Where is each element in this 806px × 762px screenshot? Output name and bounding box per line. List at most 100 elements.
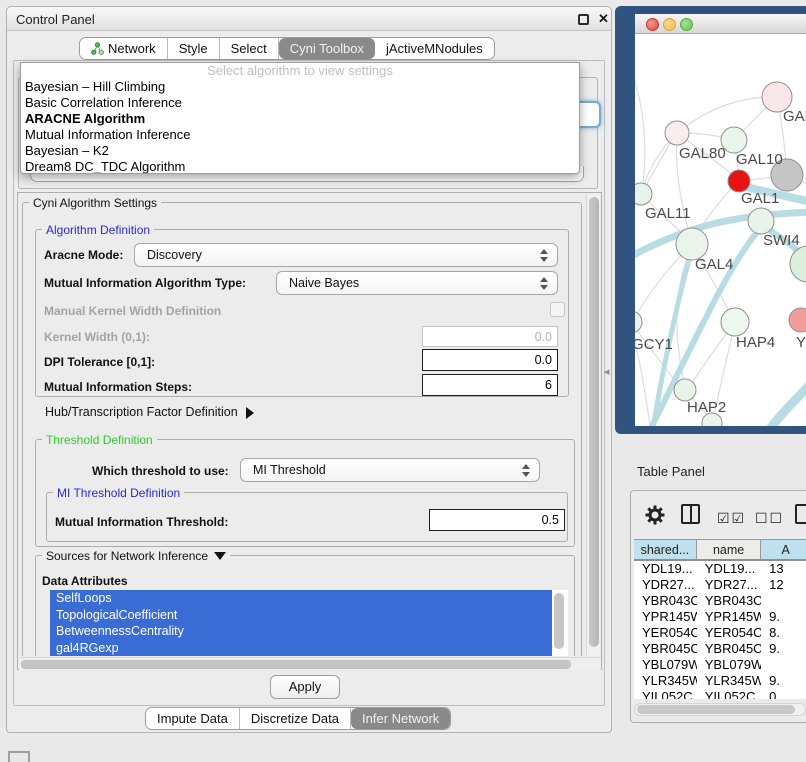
table-cell[interactable]: YDL19... bbox=[634, 561, 697, 577]
expander-right-icon[interactable] bbox=[246, 407, 254, 419]
dropdown-item-basic-correlation-inference[interactable]: Basic Correlation Inference bbox=[21, 95, 579, 111]
close-traffic-light-icon[interactable] bbox=[646, 18, 659, 31]
splitter-chevron-icon[interactable]: ◂ bbox=[604, 365, 610, 378]
table-cell[interactable]: YBR045C bbox=[697, 641, 761, 657]
table-cell[interactable] bbox=[761, 657, 806, 673]
table-cell[interactable]: YBR045C bbox=[634, 641, 697, 657]
table-cell[interactable]: 13 bbox=[761, 561, 806, 577]
network-window-frame[interactable]: GALGAL80GAL10GAL1GAL11SWI4GAL4GCY1HAP4YH… bbox=[615, 6, 806, 434]
table-cell[interactable]: YDL19... bbox=[697, 561, 761, 577]
zoom-traffic-light-icon[interactable] bbox=[680, 18, 693, 31]
table-row[interactable]: YIL052CYIL052C0. bbox=[634, 689, 806, 699]
mi-algorithm-type-combobox[interactable]: Naive Bayes bbox=[276, 271, 558, 295]
list-item-betweennesscentrality[interactable]: BetweennessCentrality bbox=[50, 623, 552, 640]
split-columns-icon[interactable] bbox=[681, 504, 700, 524]
hub-definition-expander[interactable]: Hub/Transcription Factor Definition bbox=[45, 405, 254, 419]
table-cell[interactable]: YBR043C bbox=[697, 593, 761, 609]
network-window-titlebar[interactable] bbox=[635, 14, 806, 34]
table-cell[interactable]: 9. bbox=[761, 673, 806, 689]
settings-hscrollbar[interactable] bbox=[19, 657, 601, 670]
table-row[interactable]: YBR043CYBR043C bbox=[634, 593, 806, 609]
export-table-icon[interactable] bbox=[795, 504, 806, 524]
table-cell[interactable]: YER054C bbox=[634, 625, 697, 641]
table-cell[interactable]: YPR145W bbox=[634, 609, 697, 625]
table-cell[interactable]: 12 bbox=[761, 577, 806, 593]
table-cell[interactable]: YBL079W bbox=[697, 657, 761, 673]
dropdown-item-mutual-information-inference[interactable]: Mutual Information Inference bbox=[21, 127, 579, 143]
table-row[interactable]: YBL079WYBL079W bbox=[634, 657, 806, 673]
mi-steps-field[interactable] bbox=[422, 374, 558, 396]
table-cell[interactable]: YIL052C bbox=[634, 689, 697, 699]
tab-cyni-toolbox[interactable]: Cyni Toolbox bbox=[279, 38, 375, 59]
network-node-gal1[interactable] bbox=[728, 170, 750, 192]
close-icon[interactable]: ✕ bbox=[598, 11, 609, 27]
sources-expander[interactable]: Sources for Network Inference bbox=[42, 549, 230, 563]
network-node-gal11[interactable] bbox=[635, 183, 652, 205]
dock-panel-icon[interactable] bbox=[8, 751, 30, 762]
list-scrollbar-thumb[interactable] bbox=[554, 593, 564, 649]
table-row[interactable]: YLR345WYLR345W9. bbox=[634, 673, 806, 689]
table-cell[interactable]: YLR345W bbox=[697, 673, 761, 689]
network-node-gal80[interactable] bbox=[665, 121, 689, 145]
network-node-swi4[interactable] bbox=[748, 208, 774, 234]
table-cell[interactable]: YPR145W bbox=[697, 609, 761, 625]
list-item-selfloops[interactable]: SelfLoops bbox=[50, 590, 552, 607]
table-cell[interactable]: 9. bbox=[761, 641, 806, 657]
settings-vscrollbar-thumb[interactable] bbox=[589, 197, 599, 647]
column-header-shared[interactable]: shared... bbox=[634, 540, 697, 559]
control-panel-titlebar[interactable]: Control Panel ✕ bbox=[7, 7, 611, 31]
table-cell[interactable]: YDR27... bbox=[634, 577, 697, 593]
aracne-mode-combobox[interactable]: Discovery bbox=[134, 243, 558, 267]
list-item-topologicalcoefficient[interactable]: TopologicalCoefficient bbox=[50, 607, 552, 624]
tab-network[interactable]: Network bbox=[80, 38, 168, 59]
check-all-icon[interactable]: ☑☑ bbox=[717, 510, 746, 527]
tab-infer-network[interactable]: Infer Network bbox=[351, 708, 450, 729]
table-row[interactable]: YPR145WYPR145W9. bbox=[634, 609, 806, 625]
table-row[interactable]: YER054CYER054C8. bbox=[634, 625, 806, 641]
table-cell[interactable]: 8. bbox=[761, 625, 806, 641]
dropdown-item-bayesian-k2[interactable]: Bayesian – K2 bbox=[21, 143, 579, 159]
tab-jactivemnodules[interactable]: jActiveMNodules bbox=[375, 38, 494, 59]
dropdown-item-dream8-dc-tdc-algorithm[interactable]: Dream8 DC_TDC Algorithm bbox=[21, 159, 579, 174]
which-threshold-combobox[interactable]: MI Threshold bbox=[240, 458, 540, 482]
network-node[interactable] bbox=[790, 246, 806, 282]
tab-discretize-data[interactable]: Discretize Data bbox=[240, 708, 351, 729]
float-window-icon[interactable] bbox=[578, 14, 589, 25]
settings-hscrollbar-thumb[interactable] bbox=[21, 660, 571, 669]
tab-impute-data[interactable]: Impute Data bbox=[146, 708, 240, 729]
network-node-hap2[interactable] bbox=[674, 379, 696, 401]
dpi-tolerance-field[interactable] bbox=[422, 349, 558, 371]
expander-down-icon[interactable] bbox=[214, 552, 226, 560]
apply-button[interactable]: Apply bbox=[270, 675, 340, 699]
column-header-name[interactable]: name bbox=[697, 540, 762, 559]
table-cell[interactable]: YBL079W bbox=[634, 657, 697, 673]
table-cell[interactable]: 0. bbox=[761, 689, 806, 699]
tab-select[interactable]: Select bbox=[220, 38, 279, 59]
table-cell[interactable]: 9. bbox=[761, 609, 806, 625]
gear-icon[interactable] bbox=[645, 505, 665, 525]
network-node-y[interactable] bbox=[789, 308, 806, 332]
dropdown-item-aracne-algorithm[interactable]: ARACNE Algorithm bbox=[21, 111, 579, 127]
network-node-gcy1[interactable] bbox=[635, 311, 642, 333]
table-row[interactable]: YBR045CYBR045C9. bbox=[634, 641, 806, 657]
column-header-a[interactable]: A bbox=[761, 540, 806, 559]
table-hscrollbar[interactable] bbox=[634, 703, 806, 716]
table-hscrollbar-thumb[interactable] bbox=[637, 705, 795, 714]
tab-style[interactable]: Style bbox=[168, 38, 220, 59]
table-cell[interactable]: YIL052C bbox=[697, 689, 761, 699]
data-attributes-list[interactable]: SelfLoopsTopologicalCoefficientBetweenne… bbox=[50, 590, 568, 656]
table-cell[interactable]: YDR27... bbox=[697, 577, 761, 593]
table-cell[interactable]: YLR345W bbox=[634, 673, 697, 689]
table-cell[interactable]: YBR043C bbox=[634, 593, 697, 609]
mi-threshold-field[interactable] bbox=[429, 509, 565, 531]
network-canvas[interactable]: GALGAL80GAL10GAL1GAL11SWI4GAL4GCY1HAP4YH… bbox=[635, 34, 806, 426]
table-row[interactable]: YDR27...YDR27...12 bbox=[634, 577, 806, 593]
table-row[interactable]: YDL19...YDL19...13 bbox=[634, 561, 806, 577]
minimize-traffic-light-icon[interactable] bbox=[663, 18, 676, 31]
uncheck-all-icon[interactable]: ☐☐ bbox=[755, 510, 784, 527]
dropdown-item-bayesian-hill-climbing[interactable]: Bayesian – Hill Climbing bbox=[21, 79, 579, 95]
table-cell[interactable] bbox=[761, 593, 806, 609]
network-node-hap4[interactable] bbox=[721, 308, 749, 336]
list-item-gal4rgexp[interactable]: gal4RGexp bbox=[50, 640, 552, 657]
settings-vscrollbar[interactable] bbox=[586, 194, 600, 656]
